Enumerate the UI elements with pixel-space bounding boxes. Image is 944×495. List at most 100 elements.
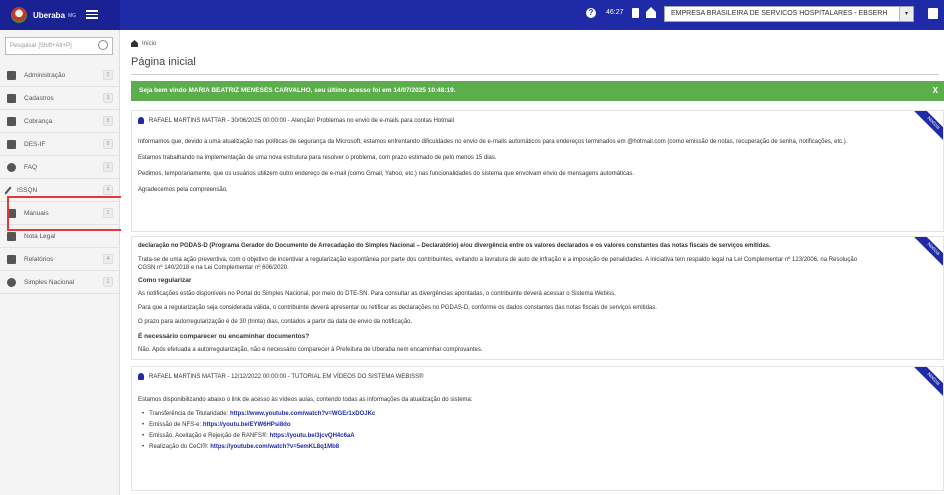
sidebar-item-label: Relatórios bbox=[24, 255, 54, 263]
divider bbox=[131, 74, 939, 75]
link-caption: Emissão, Aceitação e Rejeição de RANFS®: bbox=[149, 433, 268, 439]
notice-paragraph: Informamos que, devido a uma atualização… bbox=[138, 139, 848, 145]
highlight-rectangle bbox=[7, 196, 139, 231]
sidebar-item-count: 1 bbox=[103, 277, 113, 287]
search-placeholder: Pesquisar [Shift+Alt+P] bbox=[10, 43, 72, 49]
notice-paragraph: Estamos disponibilizando abaixo o link d… bbox=[138, 397, 473, 403]
sidebar-item-count: 1 bbox=[103, 162, 113, 172]
ribbon-label: Notícia bbox=[911, 237, 943, 273]
company-select-value: EMPRESA BRASILEIRA DE SERVICOS HOSPITALA… bbox=[671, 10, 888, 17]
notice-card: Notícia RAFAEL MARTINS MATTAR - 30/06/20… bbox=[131, 110, 944, 232]
sidebar-item-label: Administração bbox=[24, 71, 66, 79]
user-icon bbox=[138, 117, 144, 124]
globe-icon bbox=[7, 277, 16, 287]
help-icon[interactable]: ? bbox=[586, 8, 596, 18]
video-link[interactable]: https://youtu.be/EYW6HPsi8do bbox=[203, 422, 291, 428]
notice-paragraph: Estamos trabalhando na implementação de … bbox=[138, 155, 497, 161]
notice-paragraph: Agradecemos pela compreensão. bbox=[138, 187, 228, 193]
sidebar-item-count: 2 bbox=[103, 70, 113, 80]
logout-icon[interactable] bbox=[928, 8, 938, 19]
note-icon bbox=[7, 231, 16, 241]
sidebar-search-input[interactable]: Pesquisar [Shift+Alt+P] bbox=[5, 37, 113, 55]
brand-state: MG bbox=[68, 13, 77, 19]
notice-header: RAFAEL MARTINS MATTAR - 12/12/2022 00:00… bbox=[138, 373, 424, 380]
top-bar: Uberaba MG ? 46:27 EMPRESA BRASILEIRA DE… bbox=[0, 0, 944, 30]
notice-header-text: declaração no PGDAS-D (Programa Gerador … bbox=[138, 243, 771, 249]
list-item: Realização do CeCI®: https://youtube.com… bbox=[142, 444, 375, 455]
search-icon[interactable] bbox=[98, 40, 108, 50]
sidebar-item-label: ISSQN bbox=[17, 186, 38, 194]
notice-paragraph: Trata-se de uma ação preventiva, com o o… bbox=[138, 257, 858, 263]
video-link[interactable]: https://youtu.be/3jcvQH4c6aA bbox=[270, 433, 355, 439]
main-content: Início Página inicial Seja bem vindo MAR… bbox=[121, 30, 944, 495]
sidebar-item-count: 4 bbox=[103, 185, 113, 195]
bank-icon bbox=[7, 139, 16, 149]
sidebar-item-label: DES-IF bbox=[24, 140, 46, 148]
sidebar-item-cadastros[interactable]: Cadastros 3 bbox=[0, 87, 120, 110]
question-icon bbox=[7, 162, 16, 172]
notice-paragraph: O prazo para autorregularização é de 30 … bbox=[138, 319, 413, 325]
wallet-icon bbox=[7, 116, 16, 126]
video-link[interactable]: https://www.youtube.com/watch?v=WGEr1xDO… bbox=[230, 411, 375, 417]
link-caption: Transferência de Titularidade: bbox=[149, 411, 229, 417]
sidebar-item-label: Cadastros bbox=[24, 94, 54, 102]
ribbon-label: Notícia bbox=[911, 111, 943, 147]
building-icon[interactable] bbox=[646, 7, 656, 18]
page-title: Página inicial bbox=[131, 56, 196, 68]
news-ribbon: Notícia bbox=[911, 367, 943, 403]
sidebar-item-simples-nacional[interactable]: Simples Nacional 1 bbox=[0, 271, 120, 294]
sidebar-item-count: 3 bbox=[103, 93, 113, 103]
notice-paragraph: Para que a regularização seja considerad… bbox=[138, 305, 657, 311]
notice-subheading: É necessário comparecer ou encaminhar do… bbox=[138, 333, 310, 340]
list-item: Transferência de Titularidade: https://w… bbox=[142, 411, 375, 422]
link-caption: Emissão de NFS-e: bbox=[149, 422, 202, 428]
video-link-list: Transferência de Titularidade: https://w… bbox=[142, 411, 375, 455]
home-icon[interactable] bbox=[131, 40, 138, 47]
session-timer: 46:27 bbox=[606, 9, 624, 16]
notice-header-text: RAFAEL MARTINS MATTAR - 30/06/2025 00:00… bbox=[149, 117, 454, 124]
sidebar-item-faq[interactable]: FAQ 1 bbox=[0, 156, 120, 179]
book-icon bbox=[7, 93, 16, 103]
notice-subheading: Como regularizar bbox=[138, 277, 192, 284]
close-icon[interactable]: X bbox=[933, 81, 938, 101]
sidebar-item-count: 4 bbox=[103, 254, 113, 264]
sidebar-item-label: Nota Legal bbox=[24, 232, 56, 240]
document-icon[interactable] bbox=[632, 8, 639, 18]
news-ribbon: Notícia bbox=[911, 237, 943, 273]
sidebar-item-count: 5 bbox=[103, 116, 113, 126]
company-select[interactable]: EMPRESA BRASILEIRA DE SERVICOS HOSPITALA… bbox=[664, 6, 914, 22]
news-ribbon: Notícia bbox=[911, 111, 943, 147]
sidebar-item-des-if[interactable]: DES-IF 5 bbox=[0, 133, 120, 156]
pencil-icon bbox=[4, 185, 12, 195]
notice-header-text: RAFAEL MARTINS MATTAR - 12/12/2022 00:00… bbox=[149, 373, 424, 380]
sidebar-item-administracao[interactable]: Administração 2 bbox=[0, 64, 120, 87]
notice-paragraph: As notificações estão disponíveis no Por… bbox=[138, 291, 616, 297]
chevron-down-icon[interactable]: ▾ bbox=[899, 7, 913, 21]
notice-card: Notícia RAFAEL MARTINS MATTAR - 12/12/20… bbox=[131, 366, 944, 491]
breadcrumb: Início bbox=[131, 40, 156, 47]
link-caption: Realização do CeCI®: bbox=[149, 444, 209, 450]
notice-paragraph: Pedimos, temporariamente, que os usuário… bbox=[138, 171, 635, 177]
sidebar-item-label: Cobrança bbox=[24, 117, 53, 125]
sidebar-item-cobranca[interactable]: Cobrança 5 bbox=[0, 110, 120, 133]
hamburger-menu-icon[interactable] bbox=[86, 8, 98, 20]
city-logo bbox=[11, 7, 27, 23]
folder-icon bbox=[7, 70, 16, 80]
sidebar-item-label: Simples Nacional bbox=[24, 278, 75, 286]
list-item: Emissão de NFS-e: https://youtu.be/EYW6H… bbox=[142, 422, 375, 433]
welcome-alert: Seja bem vindo MARIA BEATRIZ MENESES CAR… bbox=[131, 81, 944, 101]
list-item: Emissão, Aceitação e Rejeição de RANFS®:… bbox=[142, 433, 375, 444]
brand[interactable]: Uberaba MG bbox=[0, 0, 120, 30]
ribbon-label: Notícia bbox=[911, 367, 943, 403]
sidebar-item-label: FAQ bbox=[24, 163, 38, 171]
notice-paragraph: Não. Após efetuada a autorregularização,… bbox=[138, 347, 483, 353]
notice-header: RAFAEL MARTINS MATTAR - 30/06/2025 00:00… bbox=[138, 117, 454, 124]
user-icon bbox=[138, 373, 144, 380]
brand-name: Uberaba bbox=[33, 10, 66, 20]
notice-card: Notícia declaração no PGDAS-D (Programa … bbox=[131, 236, 944, 360]
sidebar: Pesquisar [Shift+Alt+P] Administração 2 … bbox=[0, 30, 120, 495]
breadcrumb-home[interactable]: Início bbox=[142, 41, 156, 47]
sidebar-item-relatorios[interactable]: Relatórios 4 bbox=[0, 248, 120, 271]
video-link[interactable]: https://youtube.com/watch?v=5emKL8q1Mb8 bbox=[210, 444, 339, 450]
welcome-message: Seja bem vindo MARIA BEATRIZ MENESES CAR… bbox=[139, 87, 456, 94]
